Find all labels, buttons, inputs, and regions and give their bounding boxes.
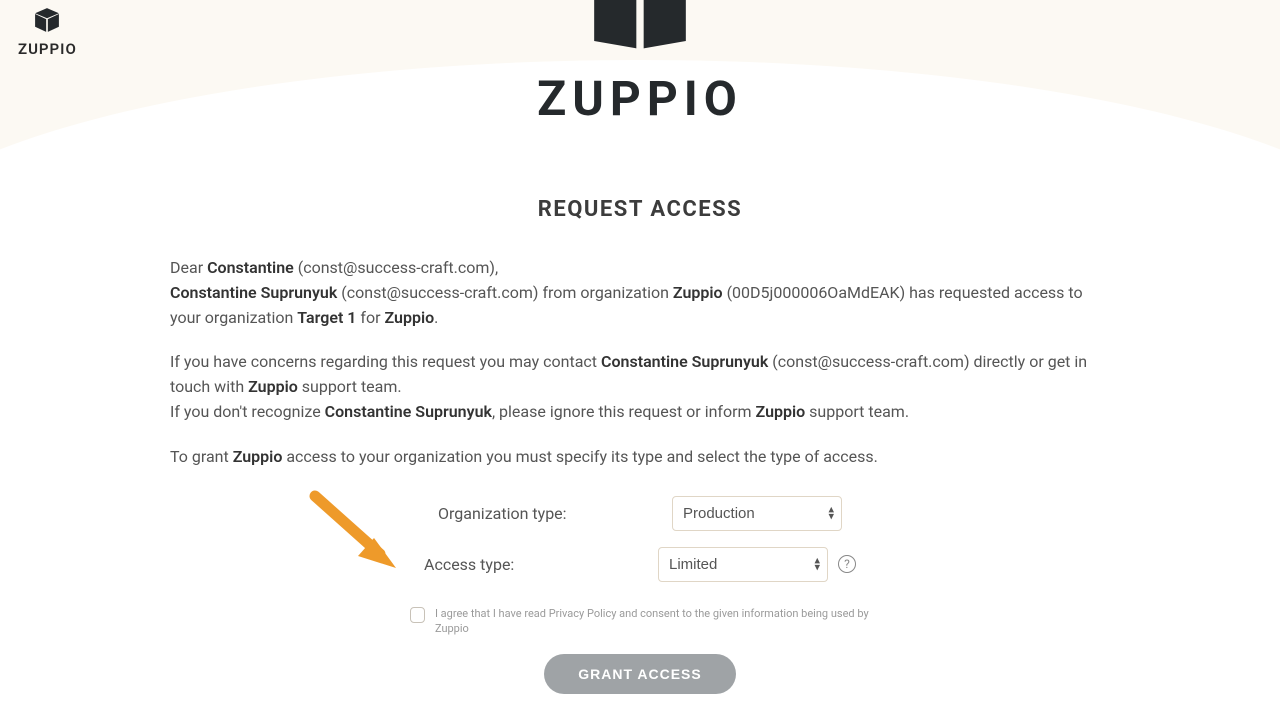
org-type-row: Organization type: Production ▴▾ — [438, 496, 842, 531]
l2-email-open: ( — [768, 352, 777, 371]
org-name: Zuppio — [673, 283, 723, 302]
access-type-select-wrap: Limited ▴▾ — [658, 547, 828, 582]
l2-contact: Constantine Suprunyuk — [601, 352, 768, 371]
book-icon — [585, 0, 695, 60]
period1: . — [434, 308, 438, 327]
greeting-email: const@success-craft.com — [303, 258, 489, 277]
l2-team: Zuppio — [248, 377, 298, 396]
help-icon[interactable]: ? — [838, 555, 856, 573]
l3-suffix: support team. — [805, 402, 909, 421]
main-content: REQUEST ACCESS Dear Constantine (const@s… — [160, 197, 1120, 694]
target-org: Target 1 — [297, 308, 356, 327]
greeting-line: Dear Constantine (const@success-craft.co… — [170, 256, 1110, 330]
grant-access-button[interactable]: GRANT ACCESS — [544, 654, 736, 694]
center-brand: ZUPPIO — [0, 0, 1280, 127]
org-id: 00D5j000006OaMdEAK — [732, 283, 900, 302]
requester-name: Constantine Suprunyuk — [170, 283, 337, 302]
access-type-select[interactable]: Limited — [658, 547, 828, 582]
l2-pre: If you have concerns regarding this requ… — [170, 352, 601, 371]
brand-word: ZUPPIO — [537, 70, 743, 127]
l3-mid: , please ignore this request or inform — [492, 402, 756, 421]
greeting-name: Constantine — [207, 258, 294, 277]
for-text: for — [356, 308, 384, 327]
req-email-close: ) from organization — [533, 283, 673, 302]
l4-suffix: access to your organization you must spe… — [282, 447, 878, 466]
org-type-select[interactable]: Production — [672, 496, 842, 531]
req-email-open: ( — [337, 283, 346, 302]
consent-row: I agree that I have read Privacy Policy … — [410, 606, 870, 637]
l3-team: Zuppio — [756, 402, 806, 421]
access-type-row: Access type: Limited ▴▾ ? — [424, 547, 856, 582]
org-type-label: Organization type: — [438, 504, 672, 523]
annotation-arrow-icon — [300, 490, 410, 586]
l3-name: Constantine Suprunyuk — [325, 402, 492, 421]
l4-pre: To grant — [170, 447, 233, 466]
l2-suffix: support team. — [298, 377, 402, 396]
l2-email: const@success-craft.com — [778, 352, 964, 371]
l4-product: Zuppio — [233, 447, 283, 466]
greeting-email-close: ), — [489, 258, 498, 277]
greeting-email-open: ( — [294, 258, 303, 277]
req-email: const@success-craft.com — [347, 283, 533, 302]
consent-checkbox[interactable] — [410, 607, 425, 623]
product1: Zuppio — [384, 308, 434, 327]
page-title: REQUEST ACCESS — [170, 197, 1110, 222]
org-id-open: ( — [723, 283, 732, 302]
access-type-label: Access type: — [424, 555, 658, 574]
concerns-line: If you have concerns regarding this requ… — [170, 350, 1110, 424]
greeting-dear: Dear — [170, 258, 207, 277]
instruction-line: To grant Zuppio access to your organizat… — [170, 445, 1110, 470]
consent-text: I agree that I have read Privacy Policy … — [435, 606, 870, 637]
l3-pre: If you don't recognize — [170, 402, 325, 421]
org-type-select-wrap: Production ▴▾ — [672, 496, 842, 531]
form-area: Organization type: Production ▴▾ Access … — [170, 496, 1110, 695]
